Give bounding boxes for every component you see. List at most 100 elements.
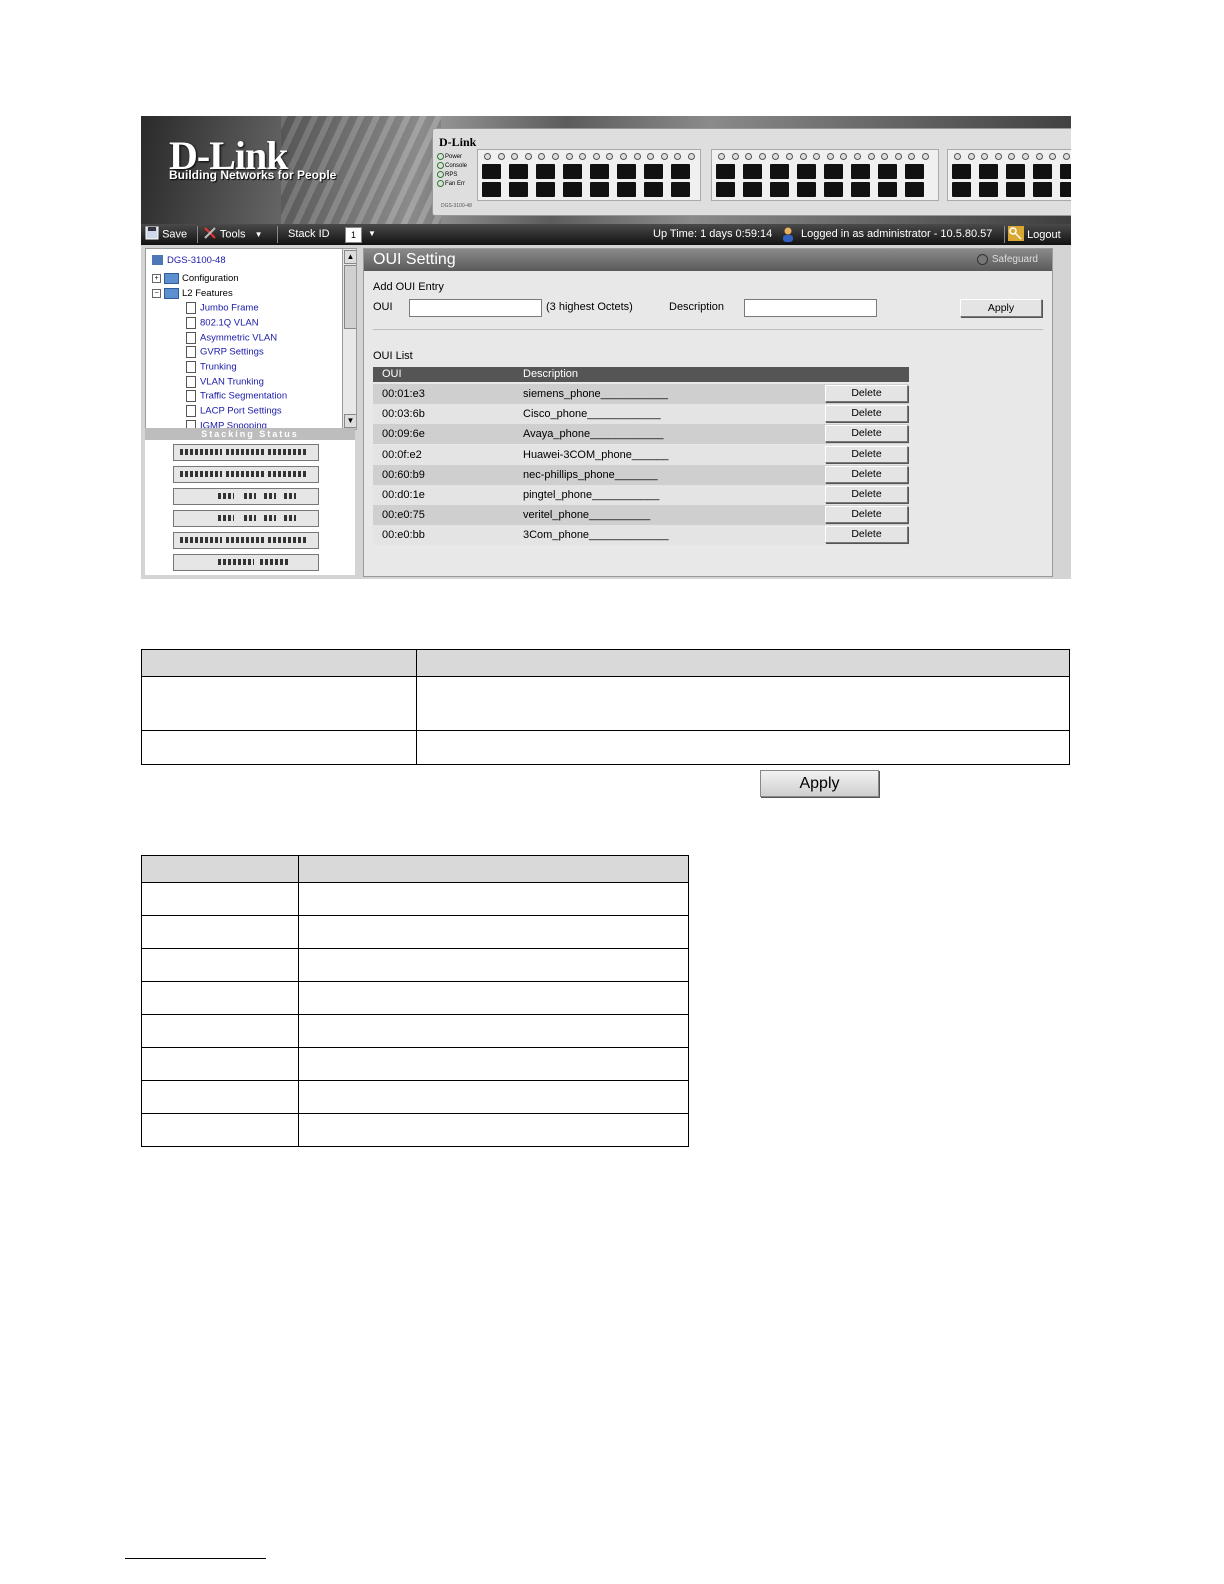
table-cell [298, 1080, 689, 1114]
delete-button[interactable]: Delete [825, 486, 908, 503]
floppy-disk-icon [145, 226, 159, 243]
ethernet-port [824, 182, 843, 197]
stack-id-select[interactable]: 1 [345, 227, 362, 243]
delete-button[interactable]: Delete [825, 526, 908, 544]
page-icon [186, 361, 196, 373]
scroll-up-icon[interactable]: ▲ [344, 250, 356, 264]
description-cell: Huawei-3COM_phone______ [523, 448, 669, 461]
tree-item-lacp-port-settings[interactable]: LACP Port Settings [186, 405, 282, 417]
delete-button[interactable]: Delete [825, 385, 908, 402]
table-cell [298, 882, 689, 916]
tree-label: GVRP Settings [200, 346, 264, 358]
stack-unit[interactable] [173, 532, 319, 549]
port-led-icon [565, 153, 573, 160]
ethernet-port [563, 164, 582, 179]
switch-front-panel: D-Link Power Console RPS Fan Err DGS-310… [432, 128, 1071, 216]
port-led-icon [786, 153, 793, 160]
navigation-tree: DGS-3100-48 + Configuration − L2 Features … [145, 248, 357, 430]
tree-item-l2-features[interactable]: − L2 Features [152, 288, 233, 299]
delete-button[interactable]: Delete [825, 425, 908, 443]
dlink-tagline: Building Networks for People [169, 168, 337, 182]
oui-cell: 00:0f:e2 [382, 448, 422, 461]
scroll-thumb[interactable] [344, 265, 356, 329]
tree-label: Jumbo Frame [200, 302, 259, 314]
port-led-icon [994, 153, 1002, 160]
port-led-icon [745, 153, 753, 160]
ethernet-port [770, 164, 789, 179]
port-led-icon [826, 153, 834, 160]
tree-item-configuration[interactable]: + Configuration [152, 273, 239, 284]
description-cell: pingtel_phone___________ [523, 489, 660, 501]
tools-menu[interactable]: Tools ▼ [203, 226, 263, 243]
stack-unit[interactable] [173, 510, 319, 527]
description-input[interactable] [744, 299, 877, 317]
page-icon [186, 302, 196, 314]
tree-root[interactable]: DGS-3100-48 [152, 255, 226, 266]
tree-item-traffic-segmentation[interactable]: Traffic Segmentation [186, 390, 287, 402]
stack-unit[interactable] [173, 466, 319, 483]
page-icon [186, 376, 196, 388]
logout-button[interactable]: Logout [1008, 226, 1061, 244]
expand-icon[interactable]: + [152, 274, 161, 283]
port-led-icon [954, 153, 961, 160]
ethernet-port [536, 164, 555, 179]
tree-item-8021q-vlan[interactable]: 802.1Q VLAN [186, 317, 259, 329]
port-led-icon [688, 153, 695, 160]
description-cell: Avaya_phone____________ [523, 428, 664, 441]
scroll-down-icon[interactable]: ▼ [344, 414, 356, 428]
stack-unit[interactable] [173, 554, 319, 571]
tree-item-gvrp-settings[interactable]: GVRP Settings [186, 346, 264, 358]
port-led-icon [894, 153, 902, 160]
port-led-icon [660, 153, 668, 160]
panel-model: DGS-3100-48 [441, 203, 472, 209]
oui-cell: 00:03:6b [382, 408, 425, 421]
port-led-icon [633, 153, 641, 160]
tree-item-trunking[interactable]: Trunking [186, 361, 237, 373]
ethernet-port [1033, 164, 1052, 179]
save-button[interactable]: Save [145, 226, 187, 243]
tree-item-jumbo-frame[interactable]: Jumbo Frame [186, 302, 259, 314]
table-cell [141, 1080, 299, 1114]
oui-input[interactable] [409, 299, 542, 317]
port-led-icon [813, 153, 821, 160]
apply-button-illustration: Apply [760, 770, 879, 797]
oui-list-heading: OUI List [373, 350, 413, 362]
delete-button[interactable]: Delete [825, 405, 908, 423]
top-toolbar: Save Tools ▼ Stack ID 1 ▼ Up Time: 1 day… [141, 224, 1071, 245]
stack-unit[interactable] [173, 488, 319, 505]
port-led-icon [484, 153, 491, 160]
port-led-icon [758, 153, 766, 160]
oui-setting-screenshot: D-Link Building Networks for People D-Li… [141, 116, 1071, 579]
apply-button[interactable]: Apply [960, 299, 1042, 317]
ethernet-port [716, 164, 735, 179]
tree-label: 802.1Q VLAN [200, 317, 259, 329]
safeguard-status-icon [976, 253, 988, 265]
ethernet-port [878, 164, 897, 179]
dlink-banner: D-Link Building Networks for People D-Li… [141, 116, 1071, 224]
ethernet-port [851, 182, 870, 197]
tree-label: L2 Features [182, 288, 233, 300]
ethernet-port [824, 164, 843, 179]
port-led-icon [840, 153, 848, 160]
ethernet-port [671, 164, 690, 179]
tree-label: Configuration [182, 273, 239, 285]
tree-scrollbar[interactable]: ▲ ▼ [342, 249, 356, 429]
safeguard-indicator: Safeguard [976, 253, 1038, 267]
delete-button[interactable]: Delete [825, 445, 908, 463]
tree-item-asymmetric-vlan[interactable]: Asymmetric VLAN [186, 332, 277, 344]
page-title: OUI Setting [373, 251, 456, 268]
stack-unit[interactable] [173, 444, 319, 461]
ethernet-port [617, 182, 636, 197]
port-led-icon [1022, 153, 1029, 160]
port-led-icon [552, 153, 559, 160]
delete-button[interactable]: Delete [825, 465, 908, 483]
table-cell [298, 1047, 689, 1081]
delete-button[interactable]: Delete [825, 506, 908, 524]
open-folder-icon [164, 288, 179, 299]
table-row: 00:e0:75 veritel_phone__________ Delete [373, 505, 909, 526]
stack-id-dropdown-icon[interactable]: ▼ [368, 229, 376, 238]
collapse-icon[interactable]: − [152, 289, 161, 298]
description-cell: 3Com_phone_____________ [523, 529, 669, 542]
tree-item-vlan-trunking[interactable]: VLAN Trunking [186, 376, 264, 388]
oui-hint: (3 highest Octets) [546, 301, 633, 313]
